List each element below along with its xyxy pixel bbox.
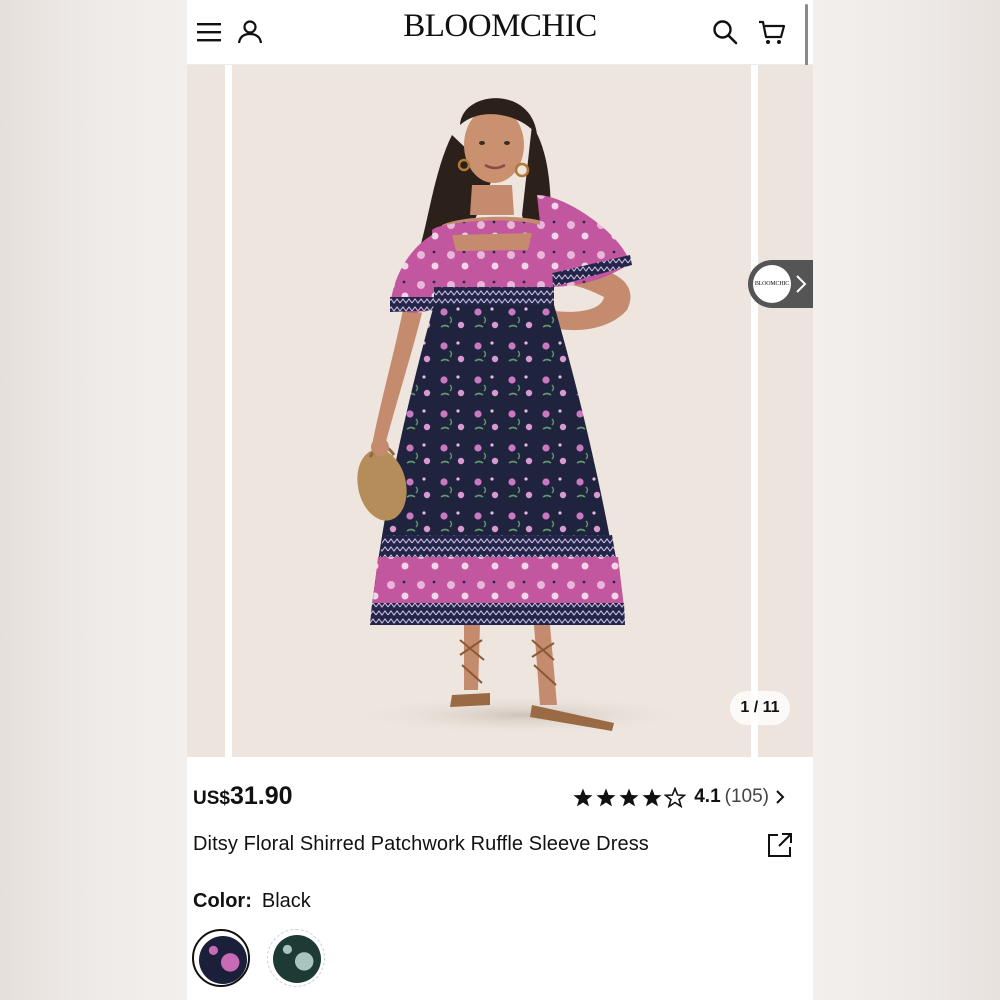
rating-summary[interactable]: 4.1 (105) <box>572 784 785 810</box>
rating-value: 4.1 <box>694 786 721 807</box>
star-filled-icon <box>642 788 662 806</box>
swatch-image <box>199 936 247 984</box>
chevron-right-icon <box>796 275 807 293</box>
swatch-image <box>273 935 321 983</box>
price-amount: 31.90 <box>229 782 293 810</box>
star-filled-icon <box>596 788 616 806</box>
previous-slide-peek[interactable] <box>187 65 225 757</box>
star-empty-icon <box>664 786 687 808</box>
selected-color-name: Black <box>261 890 311 912</box>
brand-badge-logo: BLOOMCHIC <box>753 265 791 303</box>
next-slide-peek[interactable] <box>758 65 813 757</box>
model-in-dress-illustration <box>352 98 692 735</box>
chevron-right-icon <box>776 790 785 804</box>
review-count: (105) <box>724 786 769 807</box>
share-button[interactable] <box>765 830 795 860</box>
product-title: Ditsy Floral Shirred Patchwork Ruffle Sl… <box>193 833 649 855</box>
color-swatch-black[interactable] <box>192 929 250 987</box>
star-rating <box>572 786 687 808</box>
search-icon <box>713 20 738 45</box>
product-image-carousel[interactable]: 1 / 11 BLOOMCHIC <box>187 65 813 757</box>
color-label: Color: <box>193 890 252 912</box>
price-currency: US$ <box>193 788 230 809</box>
product-image[interactable] <box>232 65 751 757</box>
cart-icon <box>759 20 786 44</box>
share-icon <box>768 833 792 857</box>
image-counter: 1 / 11 <box>730 691 790 725</box>
product-page: BLOOMCHIC 1 / 11 BLOOMCHIC US$31.90 4.1 … <box>187 0 813 1000</box>
star-filled-icon <box>573 788 593 806</box>
search-button[interactable] <box>703 10 747 54</box>
top-nav-bar: BLOOMCHIC <box>187 0 813 65</box>
star-filled-icon <box>619 788 639 806</box>
color-selector-label: Color: Black <box>193 890 311 913</box>
cart-button[interactable] <box>750 10 794 54</box>
product-price: US$31.90 <box>193 782 293 811</box>
color-swatch-green[interactable] <box>267 929 325 987</box>
brand-chip-next[interactable]: BLOOMCHIC <box>748 260 813 308</box>
